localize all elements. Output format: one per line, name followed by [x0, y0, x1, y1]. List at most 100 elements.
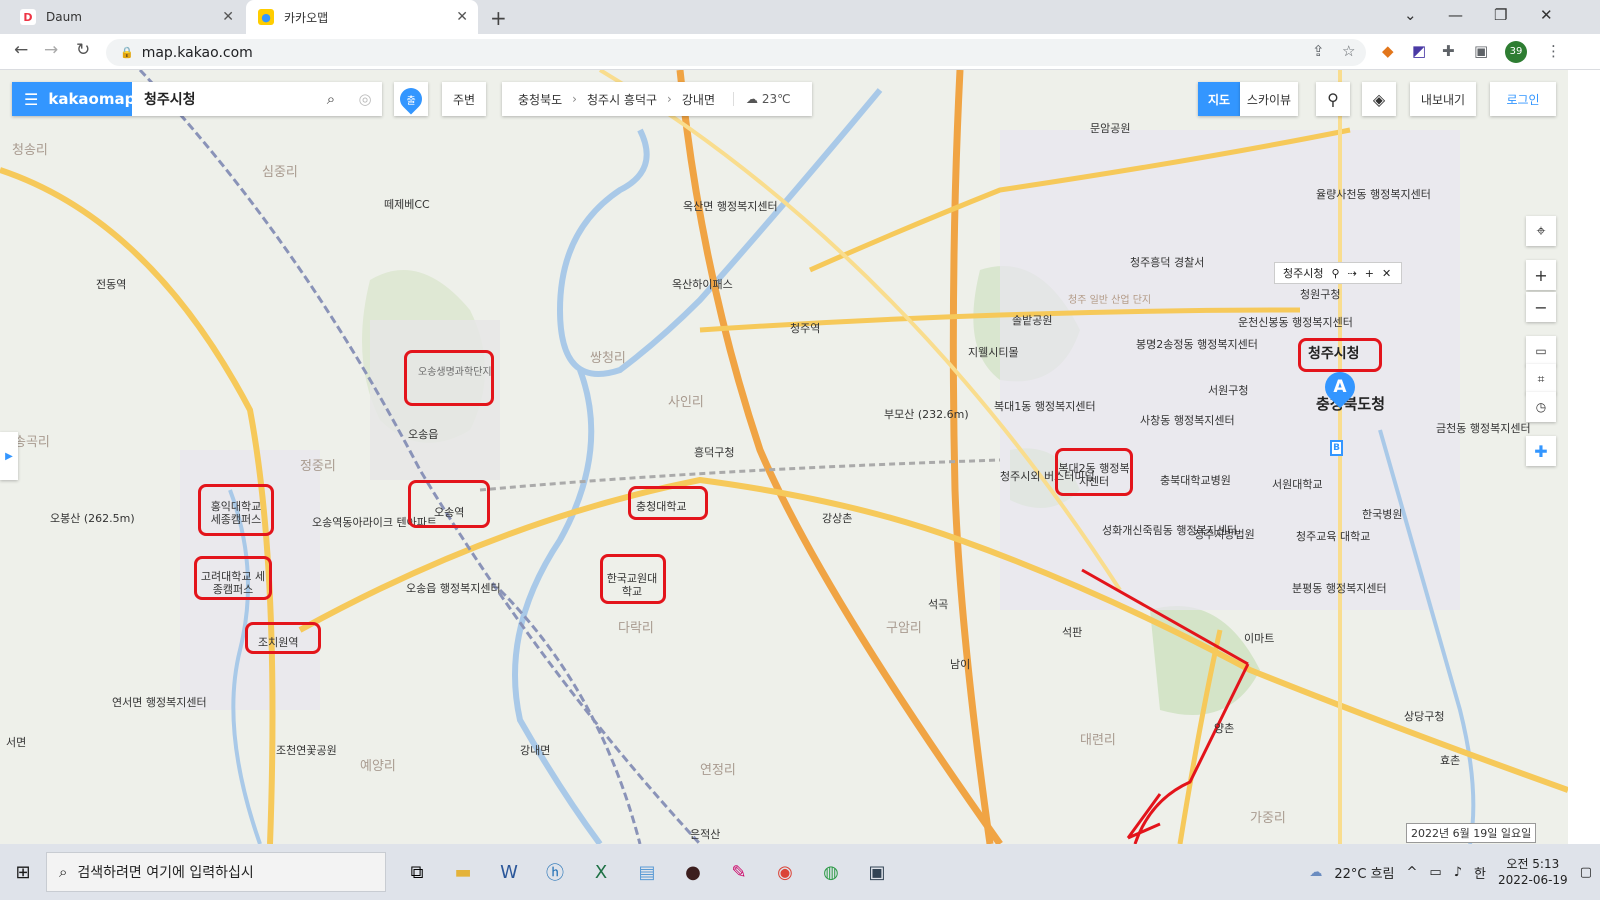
close-tab-icon[interactable]: ✕ [222, 9, 234, 25]
route-icon[interactable]: ⇢ [1348, 267, 1357, 280]
place-label[interactable]: 오송읍 [408, 428, 438, 441]
place-label[interactable]: 조천연꽃공원 [276, 744, 337, 757]
place-label[interactable]: 청주교육 대학교 [1296, 530, 1370, 543]
network-icon[interactable]: ▭ [1429, 865, 1441, 880]
minimize-icon[interactable]: — [1448, 6, 1463, 24]
layers-icon[interactable]: ◈ [1362, 82, 1396, 116]
place-label[interactable]: 지웰시티몰 [968, 346, 1019, 359]
bookmark-star-icon[interactable]: ☆ [1342, 42, 1355, 60]
place-label[interactable]: 떼제베CC [384, 198, 430, 211]
place-label[interactable]: 서면 [6, 736, 26, 749]
place-label[interactable]: 부모산 (232.6m) [884, 408, 969, 421]
compass-icon[interactable]: ◷ [1526, 392, 1556, 422]
chevron-up-icon[interactable]: ^ [1406, 865, 1417, 880]
add-icon[interactable]: + [1365, 267, 1374, 280]
file-explorer-icon[interactable]: ▬ [440, 862, 486, 883]
close-icon[interactable]: ✕ [1382, 267, 1391, 280]
place-label[interactable]: 전동역 [96, 278, 126, 291]
share-icon[interactable]: ⇪ [1312, 42, 1325, 60]
forward-arrow-icon[interactable]: → [44, 40, 58, 60]
road-view-icon[interactable]: ▭ [1526, 336, 1556, 366]
taskbar-weather[interactable]: 22°C 흐림 [1334, 863, 1394, 882]
place-label[interactable]: 청주지방법원 [1194, 528, 1255, 541]
kakaomap-logo[interactable]: ☰ kakaomap [12, 82, 135, 116]
place-label[interactable]: 고려대학교 세종캠퍼스 [200, 570, 266, 596]
place-label[interactable]: 흥덕구청 [694, 446, 734, 459]
place-label[interactable]: 양촌 [1214, 722, 1234, 735]
place-label[interactable]: 옥산하이패스 [672, 278, 733, 291]
breadcrumb-item[interactable]: 청주시 흥덕구 [587, 91, 657, 108]
search-icon[interactable]: ⌕ [314, 90, 348, 108]
place-label[interactable]: 석곡 [928, 598, 948, 611]
extension-icon[interactable]: ◩ [1412, 42, 1426, 60]
place-label[interactable]: 효촌 [1440, 754, 1460, 767]
place-label[interactable]: 홍익대학교 세종캠퍼스 [204, 500, 268, 526]
place-label[interactable]: 솔밭공원 [1012, 314, 1052, 327]
clock[interactable]: 오전 5:13 2022-06-19 [1498, 856, 1568, 888]
weather-cloud-icon[interactable]: ☁ [1309, 865, 1322, 880]
ime-indicator[interactable]: 한 [1474, 863, 1486, 882]
volume-icon[interactable]: ♪ [1454, 865, 1462, 880]
place-label[interactable]: 석판 [1062, 626, 1082, 639]
kakaotalk-icon[interactable]: ● [670, 862, 716, 883]
place-label[interactable]: 오송생명과학단지 [418, 366, 492, 379]
task-view-icon[interactable]: ⧉ [394, 862, 440, 883]
excel-icon[interactable]: X [578, 862, 624, 883]
map-canvas[interactable]: 청송리 심중리 쌍청리 사인리 정중리 송곡리 다락리 구암리 예양리 연정리 … [0, 70, 1568, 844]
expand-panel-icon[interactable]: ▶ [0, 432, 18, 480]
url-bar[interactable]: 🔒 map.kakao.com [106, 39, 1366, 66]
route-pin-a[interactable]: A [1318, 365, 1362, 409]
place-label-city-hall[interactable]: 청주시청 [1308, 347, 1360, 361]
place-label[interactable]: 조치원역 [258, 636, 298, 649]
map-view-button[interactable]: 지도 [1198, 82, 1240, 116]
place-label[interactable]: 충청대학교 [636, 500, 687, 513]
search-input[interactable]: 청주시청 [132, 89, 314, 109]
place-label[interactable]: 복대2동 행정복지센터 [1058, 462, 1130, 488]
place-label[interactable]: 서원구청 [1208, 384, 1248, 397]
place-label[interactable]: 율량사천동 행정복지센터 [1316, 188, 1431, 201]
notification-icon[interactable]: ▢ [1580, 865, 1592, 880]
chrome-icon[interactable]: ◉ [762, 862, 808, 883]
place-label[interactable]: 한국병원 [1362, 508, 1402, 521]
my-location-icon[interactable]: ⌖ [1526, 216, 1556, 246]
departure-button[interactable]: 출 [394, 82, 428, 116]
place-label[interactable]: 서원대학교 [1272, 478, 1323, 491]
place-label[interactable]: 이마트 [1244, 632, 1274, 645]
remote-desktop-icon[interactable]: ▣ [854, 862, 900, 883]
hamburger-menu-icon[interactable]: ☰ [24, 90, 38, 109]
tab-kakaomap[interactable]: ● 카카오맵 ✕ [246, 0, 478, 34]
tab-daum[interactable]: D Daum ✕ [8, 0, 244, 34]
new-tab-button[interactable]: + [490, 6, 507, 30]
zoom-in-button[interactable]: + [1526, 260, 1556, 290]
back-arrow-icon[interactable]: ← [14, 40, 28, 60]
place-label[interactable]: 오송역 [434, 506, 464, 519]
puzzle-extensions-icon[interactable]: ✚ [1442, 42, 1455, 60]
breadcrumb-item[interactable]: 강내면 [682, 91, 715, 108]
check-circle-icon[interactable]: ◎ [348, 90, 382, 108]
place-label[interactable]: 한국교원대학교 [604, 572, 660, 598]
place-label[interactable]: 상당구청 [1404, 710, 1444, 723]
place-label[interactable]: 남이 [950, 658, 970, 671]
place-label[interactable]: 청원구청 [1300, 288, 1340, 301]
tab-search-chevron-icon[interactable]: ⌄ [1404, 6, 1417, 24]
place-label[interactable]: 강내면 [520, 744, 550, 757]
place-label[interactable]: 봉명2송정동 행정복지센터 [1136, 338, 1258, 351]
route-pin-b[interactable]: B [1330, 440, 1343, 456]
place-label[interactable]: 강상촌 [822, 512, 852, 525]
place-label[interactable]: 사창동 행정복지센터 [1140, 414, 1235, 427]
place-label[interactable]: 청주역 [790, 322, 820, 335]
location-pin-icon[interactable]: ⚲ [1316, 82, 1350, 116]
login-button[interactable]: 로그인 [1490, 82, 1556, 116]
notepad-icon[interactable]: ▤ [624, 862, 670, 883]
skyview-button[interactable]: 스카이뷰 [1240, 82, 1298, 116]
profile-avatar[interactable]: 39 [1505, 41, 1527, 63]
place-label[interactable]: 복대1동 행정복지센터 [994, 400, 1096, 413]
reload-icon[interactable]: ↻ [76, 40, 90, 60]
word-icon[interactable]: W [486, 862, 532, 883]
place-label[interactable]: 청주흥덕 경찰서 [1130, 256, 1204, 269]
app-icon[interactable]: ◍ [808, 862, 854, 883]
distance-icon[interactable]: ⌗ [1526, 364, 1556, 394]
breadcrumb-item[interactable]: 충청북도 [518, 91, 562, 108]
windows-start-icon[interactable]: ⊞ [0, 862, 46, 883]
pin-icon[interactable]: ⚲ [1331, 267, 1339, 280]
